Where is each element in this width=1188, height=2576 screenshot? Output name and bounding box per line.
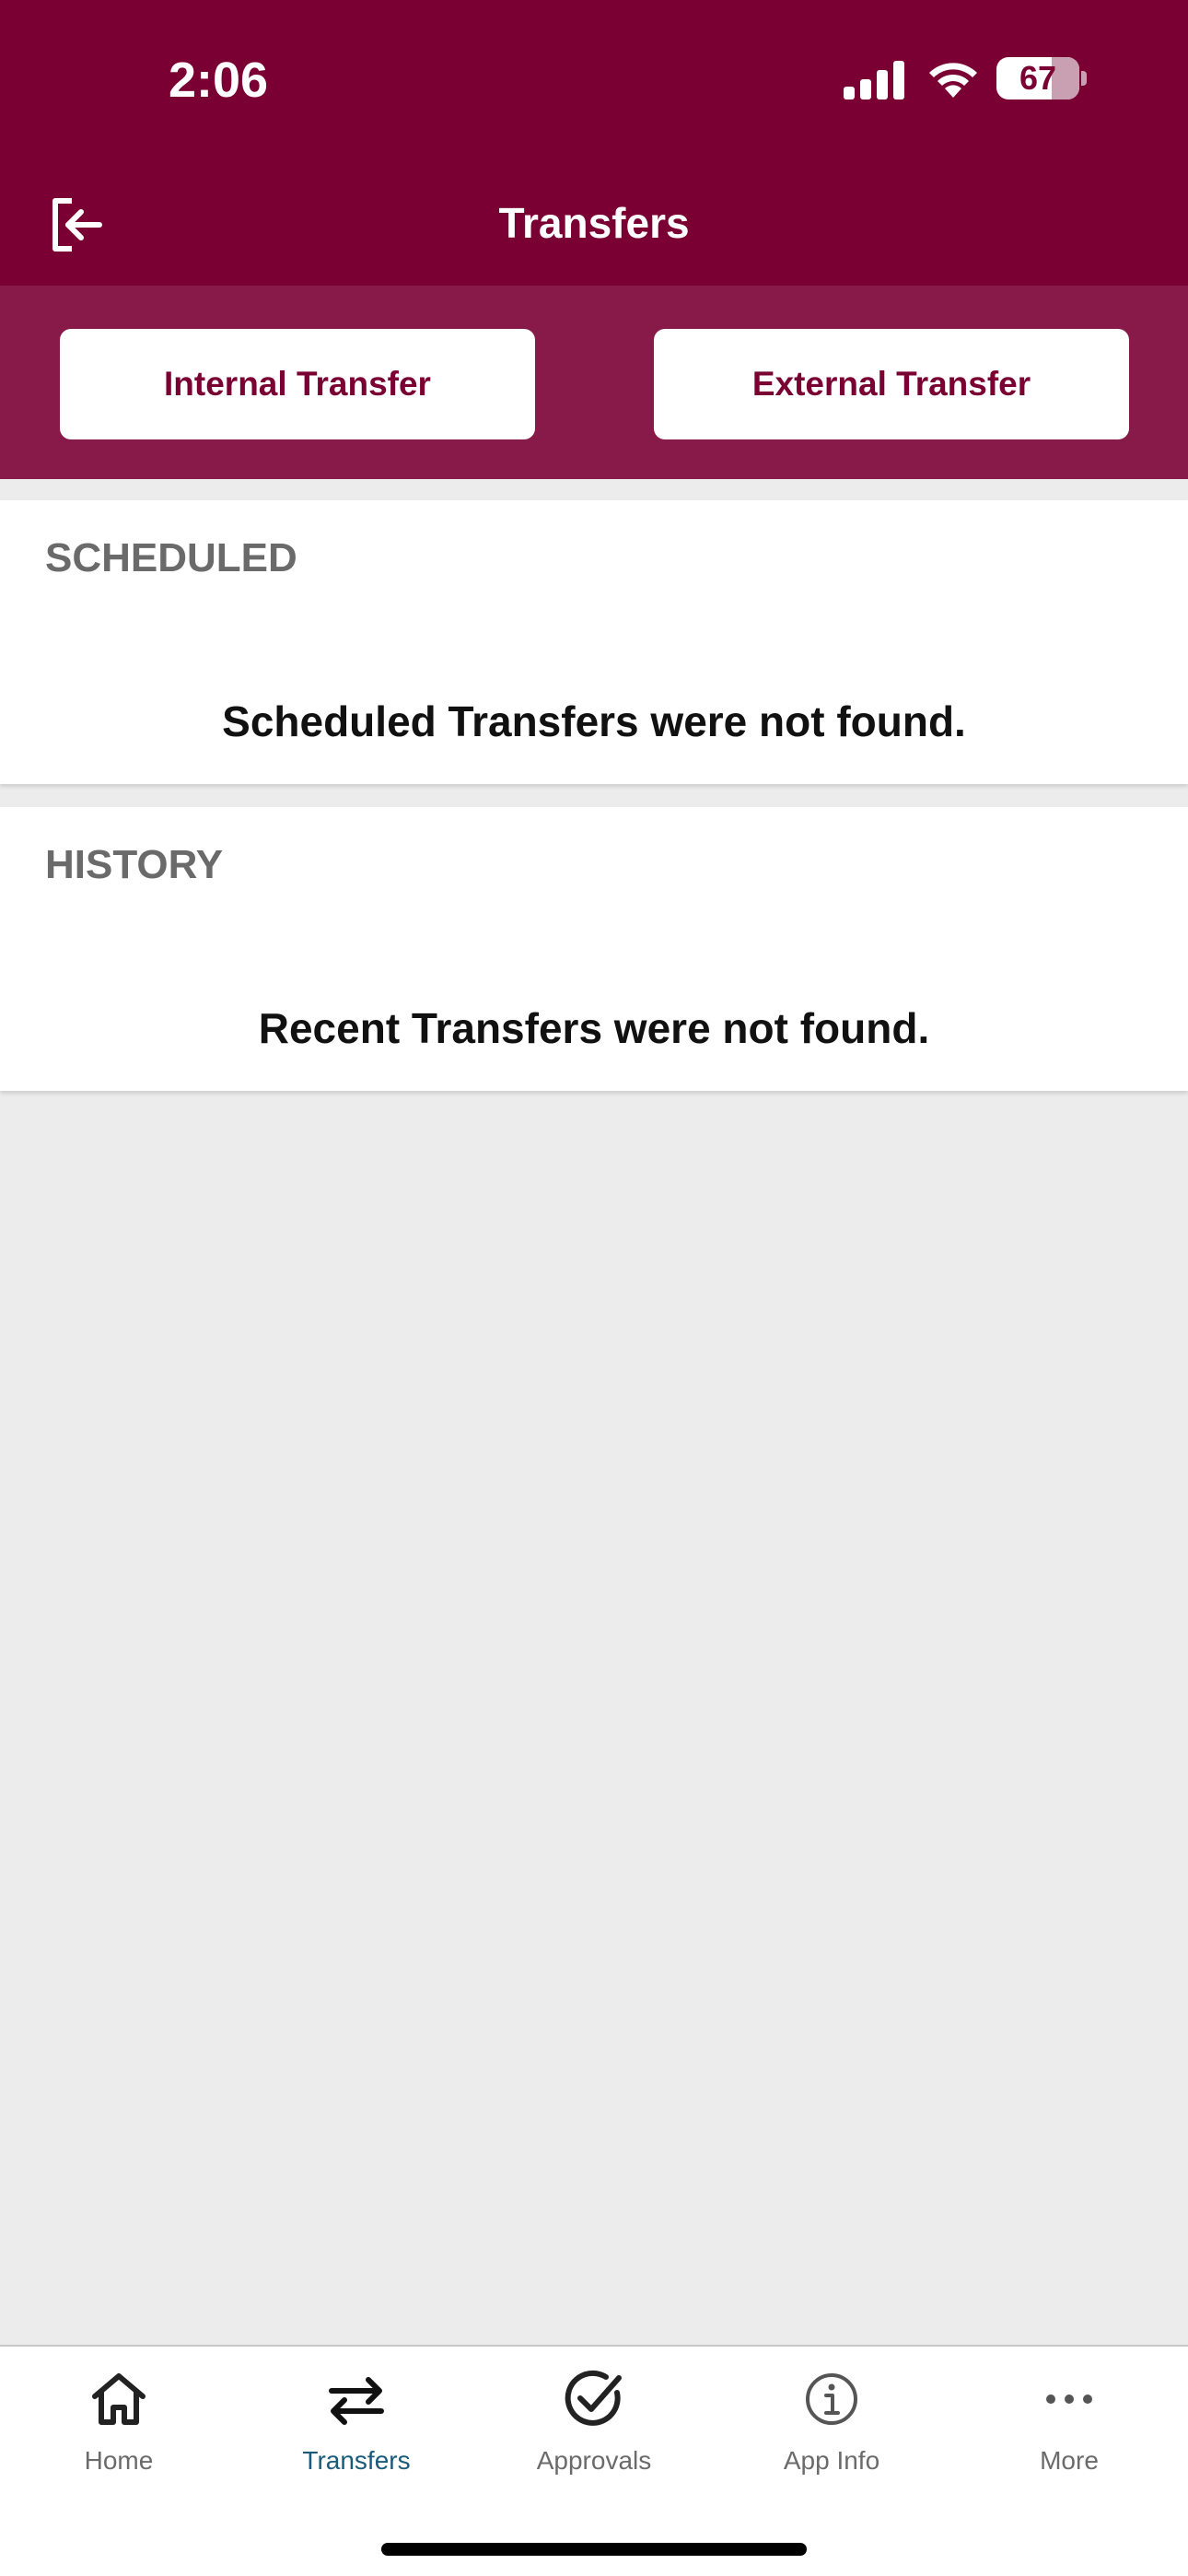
- history-section: HISTORY Recent Transfers were not found.: [0, 807, 1188, 1091]
- history-empty-message: Recent Transfers were not found.: [258, 1004, 930, 1052]
- scheduled-empty-message: Scheduled Transfers were not found.: [222, 697, 966, 745]
- external-transfer-button[interactable]: External Transfer: [654, 329, 1129, 439]
- tab-more-label: More: [1040, 2446, 1099, 2475]
- tab-home-label: Home: [84, 2446, 154, 2475]
- check-circle-icon: [565, 2370, 622, 2426]
- page-title: Transfers: [498, 199, 690, 247]
- tab-bar: Home Transfers Approvals App Info More: [0, 2345, 1188, 2576]
- info-icon: [806, 2373, 857, 2425]
- status-time: 2:06: [169, 53, 269, 108]
- home-indicator[interactable]: [381, 2543, 807, 2556]
- tab-home[interactable]: Home: [0, 2365, 238, 2522]
- tab-approvals[interactable]: Approvals: [475, 2365, 713, 2522]
- wifi-icon: [929, 63, 977, 98]
- battery-indicator: 67: [996, 57, 1087, 100]
- transfer-arrows-icon: [329, 2377, 384, 2425]
- internal-transfer-button[interactable]: Internal Transfer: [60, 329, 535, 439]
- status-bar: 2:06 67: [0, 0, 1188, 161]
- tab-more[interactable]: More: [950, 2365, 1188, 2522]
- tab-app-info-label: App Info: [783, 2446, 880, 2475]
- tab-transfers-label: Transfers: [302, 2446, 411, 2475]
- cellular-signal-icon: [844, 61, 904, 100]
- history-heading: HISTORY: [45, 842, 224, 887]
- tab-approvals-label: Approvals: [536, 2446, 652, 2475]
- tab-transfers[interactable]: Transfers: [238, 2365, 475, 2522]
- scheduled-heading: SCHEDULED: [45, 535, 297, 580]
- header: 2:06 67 Transfers: [0, 0, 1188, 286]
- home-icon: [92, 2373, 146, 2425]
- battery-level: 67: [1019, 59, 1057, 97]
- more-dots-icon: [1046, 2395, 1092, 2404]
- tab-app-info[interactable]: App Info: [713, 2365, 950, 2522]
- scheduled-section: SCHEDULED Scheduled Transfers were not f…: [0, 500, 1188, 784]
